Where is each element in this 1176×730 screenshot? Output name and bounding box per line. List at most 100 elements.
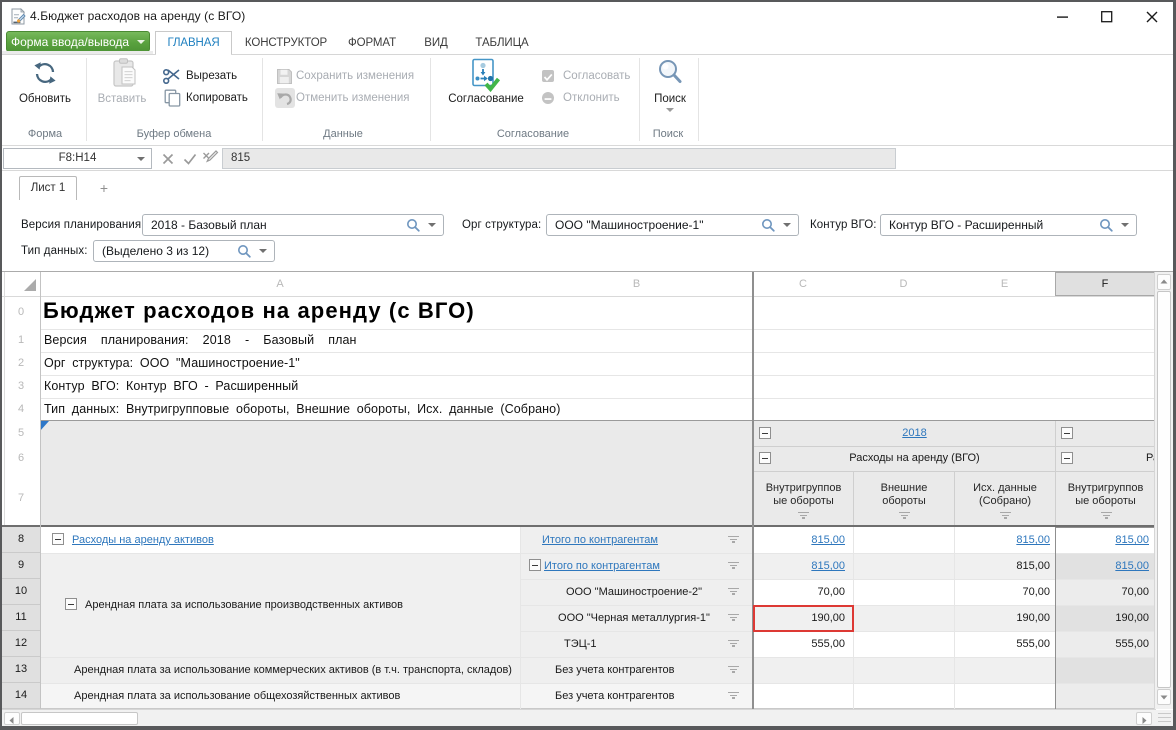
- chevron-down-icon[interactable]: [428, 223, 436, 227]
- collapse-group2-icon[interactable]: [1061, 452, 1073, 464]
- cell-b12[interactable]: ТЭЦ-1: [564, 631, 597, 657]
- select-all-corner[interactable]: [24, 279, 36, 291]
- cell-b8[interactable]: Итого по контрагентам: [542, 527, 658, 553]
- filter-funnel-icon[interactable]: [727, 640, 740, 648]
- cell-b9[interactable]: Итого по контрагентам: [544, 553, 660, 579]
- row-header-14[interactable]: 14: [2, 683, 40, 709]
- cell-b11[interactable]: ООО "Черная металлургия-1": [520, 605, 748, 631]
- row-header-10[interactable]: 10: [2, 579, 40, 605]
- row-header-9[interactable]: 9: [2, 553, 40, 579]
- cell-e11[interactable]: 190,00: [954, 605, 1050, 631]
- cell-a9-merged[interactable]: Арендная плата за использование производ…: [85, 553, 403, 657]
- tab-view[interactable]: ВИД: [424, 31, 447, 55]
- cell-c8[interactable]: 815,00: [753, 527, 845, 553]
- collapse-year2-icon[interactable]: [1061, 427, 1073, 439]
- row-header-6[interactable]: 6: [2, 446, 40, 471]
- cell-a13[interactable]: Арендная плата за использование коммерче…: [74, 657, 512, 683]
- chevron-down-icon[interactable]: [259, 249, 267, 253]
- row-header-4[interactable]: 4: [2, 398, 40, 421]
- scroll-down-button[interactable]: [1157, 689, 1171, 705]
- scroll-left-button[interactable]: [4, 712, 20, 725]
- search-icon[interactable]: [1099, 218, 1114, 233]
- cell-c9[interactable]: 815,00: [753, 553, 845, 579]
- cell-a8[interactable]: Расходы на аренду активов: [72, 527, 214, 553]
- measure-group-header[interactable]: Расходы на аренду (ВГО): [772, 446, 1057, 471]
- collapse-row9-icon[interactable]: [529, 559, 541, 571]
- name-box[interactable]: F8:H14: [3, 148, 152, 169]
- chevron-down-icon[interactable]: [1121, 223, 1129, 227]
- filter-funnel-icon[interactable]: [727, 536, 740, 544]
- row-header-1[interactable]: 1: [2, 329, 40, 352]
- filter-funnel-icon[interactable]: [898, 512, 911, 520]
- scroll-up-button[interactable]: [1157, 274, 1171, 290]
- filter-funnel-icon[interactable]: [727, 588, 740, 596]
- scroll-right-button[interactable]: [1136, 712, 1152, 725]
- cell-a14[interactable]: Арендная плата за использование общехозя…: [74, 683, 400, 709]
- tab-constructor[interactable]: КОНСТРУКТОР: [245, 31, 327, 55]
- filter-org-combo[interactable]: ООО "Машиностроение-1": [546, 214, 799, 236]
- row-header-8[interactable]: 8: [2, 527, 40, 553]
- column-header-a[interactable]: A: [40, 272, 520, 296]
- sheet-tab-1[interactable]: Лист 1: [19, 176, 77, 200]
- add-sheet-button[interactable]: +: [96, 176, 112, 200]
- year-header-link[interactable]: 2018: [772, 421, 1057, 446]
- horizontal-scroll-thumb[interactable]: [21, 712, 138, 725]
- cell-e10[interactable]: 70,00: [954, 579, 1050, 605]
- cell-e9[interactable]: 815,00: [954, 553, 1050, 579]
- row-header-13[interactable]: 13: [2, 657, 40, 683]
- tab-format[interactable]: ФОРМАТ: [348, 31, 396, 55]
- filter-funnel-icon[interactable]: [1100, 512, 1113, 520]
- copy-button[interactable]: Копировать: [186, 90, 248, 106]
- collapse-row8-icon[interactable]: [52, 533, 64, 545]
- row-header-0[interactable]: 0: [2, 296, 40, 329]
- row-header-5[interactable]: 5: [2, 421, 40, 446]
- cell-e12[interactable]: 555,00: [954, 631, 1050, 657]
- reject-button[interactable]: Отклонить: [563, 90, 620, 106]
- horizontal-scrollbar[interactable]: [2, 709, 1156, 726]
- row-header-3[interactable]: 3: [2, 375, 40, 398]
- filter-version-combo[interactable]: 2018 - Базовый план: [142, 214, 444, 236]
- close-button[interactable]: [1137, 2, 1167, 31]
- cell-e8[interactable]: 815,00: [954, 527, 1050, 553]
- name-box-dropdown-icon[interactable]: [137, 157, 145, 161]
- filter-funnel-icon[interactable]: [727, 562, 740, 570]
- approve-button[interactable]: Согласовать: [563, 68, 630, 84]
- maximize-button[interactable]: [1092, 2, 1122, 31]
- cell-c10[interactable]: 70,00: [753, 579, 845, 605]
- filter-funnel-icon[interactable]: [797, 512, 810, 520]
- filter-funnel-icon[interactable]: [727, 666, 740, 674]
- resize-grip[interactable]: [1156, 710, 1173, 726]
- approval-button[interactable]: Согласование: [448, 93, 524, 105]
- enter-icon[interactable]: [183, 152, 197, 170]
- column-header-d[interactable]: D: [853, 272, 954, 296]
- cut-button[interactable]: Вырезать: [186, 68, 237, 84]
- cell-c12[interactable]: 555,00: [753, 631, 845, 657]
- search-icon[interactable]: [237, 244, 252, 259]
- collapse-year-icon[interactable]: [759, 427, 771, 439]
- filter-funnel-icon[interactable]: [727, 614, 740, 622]
- search-button[interactable]: Поиск: [654, 93, 686, 105]
- column-header-b[interactable]: B: [520, 272, 753, 296]
- cancel-icon[interactable]: [162, 152, 174, 170]
- row-header-12[interactable]: 12: [2, 631, 40, 657]
- formula-input[interactable]: 815: [222, 148, 896, 169]
- search-dropdown-icon[interactable]: [666, 108, 674, 112]
- column-header-e[interactable]: E: [954, 272, 1055, 296]
- function-pen-icon[interactable]: [202, 150, 219, 170]
- undo-changes-button[interactable]: Отменить изменения: [296, 90, 410, 106]
- refresh-button[interactable]: Обновить: [19, 93, 71, 105]
- vertical-scroll-thumb[interactable]: [1157, 291, 1171, 688]
- row-header-7[interactable]: 7: [2, 471, 40, 525]
- cell-b10[interactable]: ООО "Машиностроение-2": [520, 579, 748, 605]
- row-header-2[interactable]: 2: [2, 352, 40, 375]
- form-io-menu-button[interactable]: Форма ввода/вывода: [6, 31, 150, 52]
- search-icon[interactable]: [761, 218, 776, 233]
- paste-button[interactable]: Вставить: [98, 93, 147, 105]
- filter-funnel-icon[interactable]: [999, 512, 1012, 520]
- row-header-11[interactable]: 11: [2, 605, 40, 631]
- cell-b14[interactable]: Без учета контрагентов: [555, 683, 675, 709]
- tab-table[interactable]: ТАБЛИЦА: [475, 31, 528, 55]
- collapse-group-icon[interactable]: [759, 452, 771, 464]
- filter-datatype-combo[interactable]: (Выделено 3 из 12): [93, 240, 275, 262]
- minimize-button[interactable]: [1048, 2, 1078, 31]
